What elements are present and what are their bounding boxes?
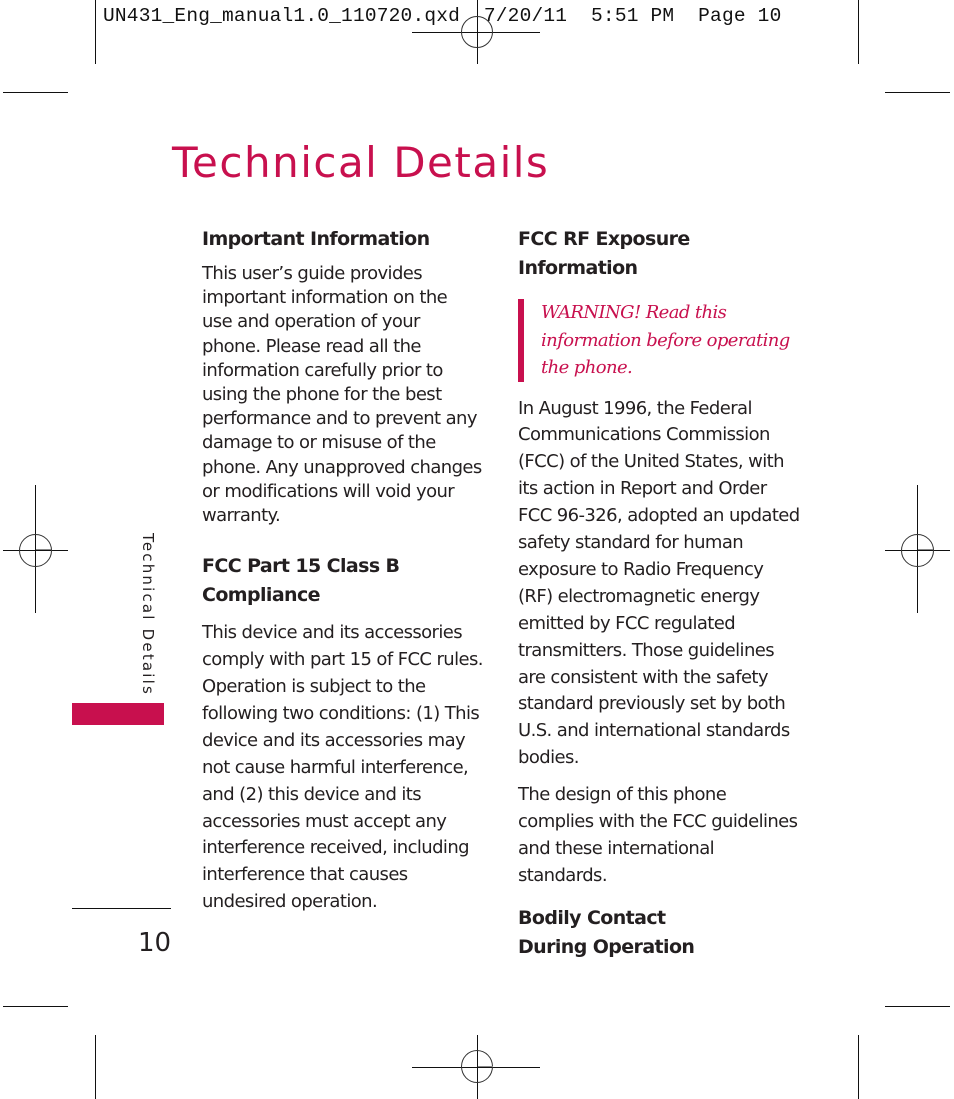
footer-rule bbox=[72, 908, 171, 909]
crop-mark-top-right-h bbox=[885, 92, 950, 93]
rf-exposure-paragraph-1: In August 1996, the Federal Communicatio… bbox=[518, 397, 800, 769]
rf-exposure-paragraph-2: The design of this phone complies with t… bbox=[518, 784, 798, 886]
warning-callout: WARNING! Read this information before op… bbox=[518, 299, 808, 382]
section-heading-bodily-contact: Bodily Contact During Operation bbox=[518, 906, 695, 958]
crop-mark-bottom-left-v bbox=[95, 1035, 96, 1099]
slug-page: Page 10 bbox=[698, 5, 782, 27]
page-title: Technical Details bbox=[172, 138, 550, 187]
fcc-part-15-body: This device and its accessories comply w… bbox=[202, 622, 483, 913]
important-information-body: This user’s guide provides important inf… bbox=[202, 263, 482, 527]
page-number: 10 bbox=[138, 928, 172, 958]
print-slug: UN431_Eng_manual1.0_110720.qxd 7/20/11 5… bbox=[103, 5, 781, 27]
crop-mark-bottom-left-h bbox=[3, 1006, 68, 1007]
side-section-label-text: Technical Details bbox=[139, 533, 157, 697]
section-heading-fcc-rf-exposure: FCC RF Exposure Information bbox=[518, 228, 690, 279]
section-heading-important-information: Important Information bbox=[202, 228, 430, 250]
side-section-label: Technical Details bbox=[138, 533, 158, 697]
left-column: Important Information This user’s guide … bbox=[202, 225, 492, 916]
crop-mark-top-left-h bbox=[3, 92, 68, 93]
section-tab-marker bbox=[72, 703, 164, 725]
right-column: FCC RF Exposure Information WARNING! Rea… bbox=[518, 225, 808, 962]
slug-filename: UN431_Eng_manual1.0_110720.qxd bbox=[103, 5, 461, 27]
slug-time: 5:51 PM bbox=[591, 5, 675, 27]
crop-mark-top-right-v bbox=[858, 0, 859, 64]
crop-mark-bottom-right-h bbox=[885, 1006, 950, 1007]
slug-date: 7/20/11 bbox=[483, 5, 568, 27]
crop-mark-top-left-v bbox=[95, 0, 96, 64]
section-heading-fcc-part-15: FCC Part 15 Class B Compliance bbox=[202, 555, 400, 607]
crop-mark-bottom-right-v bbox=[858, 1035, 859, 1099]
